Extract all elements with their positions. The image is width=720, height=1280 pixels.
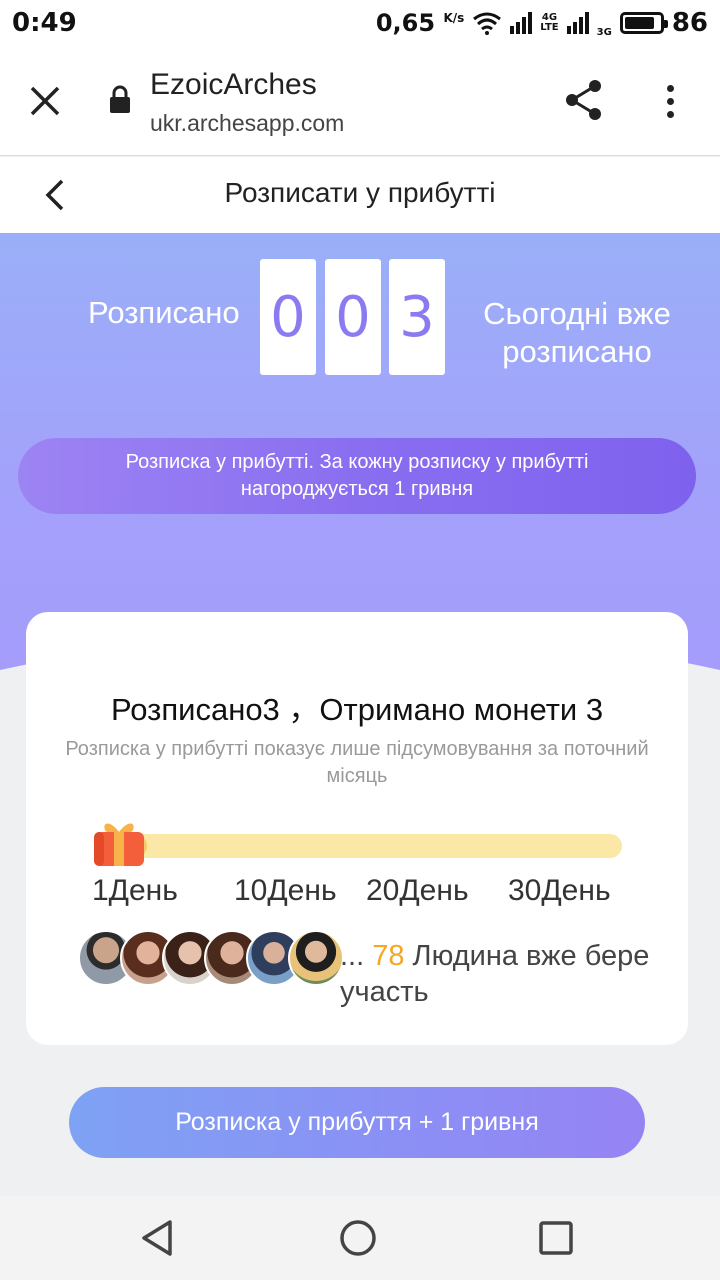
counter-label: Розписано — [88, 295, 240, 330]
system-nav-bar — [0, 1196, 720, 1280]
day-label: 10День — [234, 874, 337, 907]
wifi-icon — [473, 12, 502, 35]
day-label: 20День — [366, 874, 469, 907]
gift-icon — [94, 823, 144, 866]
counter-today-label: Сьогодні вже розписано — [483, 296, 671, 369]
network-type-3g: 3G — [596, 27, 612, 38]
more-options-button[interactable] — [650, 76, 690, 126]
nav-home-icon[interactable] — [338, 1218, 378, 1258]
avatar — [288, 930, 344, 986]
nav-back-icon[interactable] — [138, 1218, 178, 1258]
close-button[interactable] — [22, 78, 68, 124]
battery-icon — [619, 12, 668, 34]
counter-digit: 0 — [325, 259, 381, 375]
signal-icon-2 — [566, 12, 589, 34]
nav-recent-apps-icon[interactable] — [538, 1220, 574, 1256]
checkin-button[interactable]: Розписка у прибуття + 1 гривня — [69, 1087, 645, 1158]
share-button[interactable] — [560, 76, 610, 126]
more-icon — [666, 84, 674, 92]
participants-text: ... 78 Людина вже бере участь — [340, 940, 650, 1008]
day-label: 1День — [92, 874, 178, 907]
page-title: Розписати у прибутті — [224, 177, 496, 208]
counter-digit: 0 — [260, 259, 316, 375]
participants-count: 78 — [372, 940, 405, 972]
site-title: EzoicArches — [150, 68, 317, 101]
browser-toolbar: EzoicArches ukr.archesapp.com — [0, 46, 720, 156]
network-type-4g: 4G LTE — [540, 12, 559, 33]
card-note: Розписка у прибутті показує лише підсумо… — [65, 738, 649, 787]
page-header: Розписати у прибутті — [0, 157, 720, 233]
checkin-card: Розписано3 ，Отримано монети 3 Розписка у… — [26, 612, 688, 1045]
progress-bar — [94, 834, 622, 858]
site-url[interactable]: ukr.archesapp.com — [150, 110, 344, 137]
network-speed: 0,65 K/s — [376, 9, 464, 37]
status-time: 0:49 — [12, 8, 77, 38]
card-title: Розписано3 ，Отримано монети 3 — [110, 692, 604, 727]
day-label: 30День — [508, 874, 611, 907]
close-icon — [30, 86, 60, 116]
info-banner: Розписка у прибутті. За кожну розписку у… — [18, 438, 696, 514]
battery-level: 86 — [671, 8, 708, 38]
status-icons: 0,65 K/s 4G LTE 3G 86 — [376, 8, 708, 38]
network-speed-value: 0,65 — [375, 9, 436, 37]
status-bar: 0:49 0,65 K/s 4G LTE 3G 86 — [0, 0, 720, 46]
share-icon — [566, 80, 601, 120]
counter-digit: 3 — [389, 259, 445, 375]
network-speed-unit: K/s — [443, 11, 465, 25]
signal-icon — [510, 12, 533, 34]
lock-icon — [110, 85, 130, 113]
